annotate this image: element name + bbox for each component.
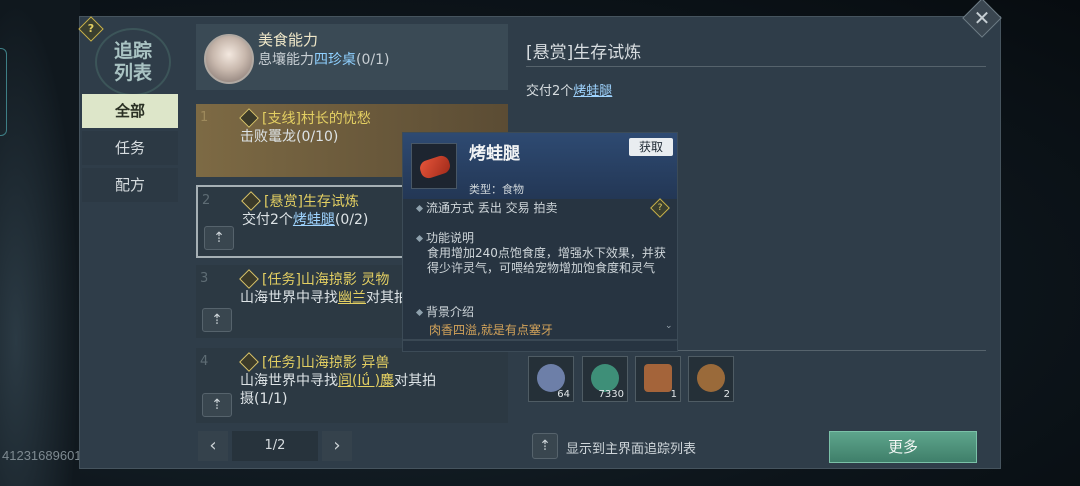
task-progress: (0/2) xyxy=(334,212,369,228)
goal-text: 交付2个 xyxy=(526,84,574,99)
food-ability-row[interactable]: 美食能力 息壤能力四珍桌(0/1) xyxy=(196,24,508,90)
task-number: 1 xyxy=(200,110,209,125)
page-indicator: 1/2 xyxy=(232,431,318,461)
reward-item-icon xyxy=(697,364,725,392)
background-left xyxy=(0,0,80,486)
tab-quest[interactable]: 任务 xyxy=(82,131,178,165)
task-item-link[interactable]: 烤蛙腿 xyxy=(293,212,335,228)
quest-marker-icon xyxy=(241,191,261,211)
task-number: 4 xyxy=(200,354,209,369)
track-label: 显示到主界面追踪列表 xyxy=(566,442,697,457)
bullet-icon xyxy=(415,204,424,213)
circulation-row: 流通方式 丢出 交易 拍卖 xyxy=(415,201,558,216)
prev-page-button[interactable]: ‹ xyxy=(198,431,228,461)
meat-shape xyxy=(417,153,453,181)
background-title: 背景介绍 xyxy=(426,305,475,319)
avatar xyxy=(204,34,254,84)
tooltip-header: 烤蛙腿 类型：食物 获取 xyxy=(403,133,677,199)
background-title-row: 背景介绍 xyxy=(415,305,475,320)
reward-slot[interactable]: 2 xyxy=(688,356,734,402)
food-subtitle: 息壤能力四珍桌(0/1) xyxy=(258,49,389,69)
quest-marker-icon xyxy=(239,269,259,289)
get-button[interactable]: 获取 xyxy=(629,138,673,156)
task-number: 3 xyxy=(200,271,209,286)
reward-count: 64 xyxy=(557,389,570,400)
task-desc-text: 山海世界中寻找 xyxy=(240,373,338,389)
pin-up-icon[interactable]: ⇡ xyxy=(204,226,234,250)
tooltip-help-button[interactable]: ? xyxy=(650,198,670,218)
function-body: 食用增加240点饱食度，增强水下效果，并获得少许灵气，可喂给宠物增加饱食度和灵气 xyxy=(427,246,666,275)
reward-item-icon xyxy=(591,364,619,392)
task-target-link[interactable]: 闾(lǘ )麋 xyxy=(338,373,394,389)
bullet-icon xyxy=(415,234,424,243)
category-tabs: 全部 任务 配方 xyxy=(82,94,178,205)
emblem-line1: 追踪 xyxy=(113,40,152,62)
food-title: 美食能力 xyxy=(258,31,319,49)
task-title: [任务]山海掠影 灵物 xyxy=(262,272,390,288)
food-highlight[interactable]: 四珍桌 xyxy=(314,52,356,68)
task-row[interactable]: 4 [任务]山海掠影 异兽 山海世界中寻找闾(lǘ )麋对其拍摄(1/1) ⇡ xyxy=(196,348,508,423)
task-desc-text: 山海世界中寻找 xyxy=(240,290,338,306)
frog-leg-icon xyxy=(411,143,457,189)
tooltip-divider xyxy=(403,339,677,341)
reward-count: 1 xyxy=(670,389,677,400)
food-prefix: 息壤能力 xyxy=(258,52,314,68)
task-desc: 山海世界中寻找闾(lǘ )麋对其拍摄(1/1) xyxy=(240,372,440,408)
task-desc-text: 击败鼍龙(0/10) xyxy=(240,129,339,145)
food-progress: (0/1) xyxy=(356,52,390,68)
task-title: [任务]山海掠影 异兽 xyxy=(262,355,390,371)
detail-goal: 交付2个烤蛙腿 xyxy=(526,80,612,99)
divider xyxy=(526,66,986,67)
tab-all[interactable]: 全部 xyxy=(82,94,178,128)
detail-title: [悬赏]生存试炼 xyxy=(526,43,642,63)
help-icon[interactable]: ? xyxy=(83,21,99,37)
reward-count: 7330 xyxy=(598,389,624,400)
track-toggle-icon[interactable]: ⇡ xyxy=(532,433,558,459)
reward-slot[interactable]: 1 xyxy=(635,356,681,402)
next-page-button[interactable]: › xyxy=(322,431,352,461)
reward-slot[interactable]: 64 xyxy=(528,356,574,402)
reward-item-icon xyxy=(537,364,565,392)
reward-count: 2 xyxy=(723,389,730,400)
quest-marker-icon xyxy=(239,108,259,128)
function-title: 功能说明 xyxy=(426,231,475,245)
task-number: 2 xyxy=(202,193,211,208)
goal-item-link[interactable]: 烤蛙腿 xyxy=(573,84,612,99)
task-title: [支线]村长的忧愁 xyxy=(262,111,371,127)
tab-recipe[interactable]: 配方 xyxy=(82,168,178,202)
reward-slot[interactable]: 7330 xyxy=(582,356,628,402)
flavor-text: 肉香四溢,就是有点塞牙 xyxy=(429,323,553,337)
pin-up-icon[interactable]: ⇡ xyxy=(202,393,232,417)
task-target-link[interactable]: 幽兰 xyxy=(338,290,366,306)
function-title-row: 功能说明 xyxy=(415,231,475,246)
task-desc-text: 交付2个 xyxy=(242,212,293,228)
panel-emblem: 追踪 列表 xyxy=(95,28,171,96)
tooltip-item-name: 烤蛙腿 xyxy=(469,144,520,164)
circulation-text: 流通方式 丢出 交易 拍卖 xyxy=(426,201,558,215)
bullet-icon xyxy=(415,308,424,317)
emblem-line2: 列表 xyxy=(113,62,152,84)
item-tooltip: 烤蛙腿 类型：食物 获取 流通方式 丢出 交易 拍卖 ? 功能说明 食用增加24… xyxy=(402,132,678,352)
task-title: [悬赏]生存试炼 xyxy=(264,194,359,210)
reward-item-icon xyxy=(644,364,672,392)
quest-marker-icon xyxy=(239,352,259,372)
help-icon[interactable]: ? xyxy=(654,202,666,214)
scroll-down-icon[interactable]: ⌄ xyxy=(665,321,673,331)
tooltip-item-type: 类型：食物 xyxy=(469,183,524,196)
more-button[interactable]: 更多 xyxy=(829,431,977,463)
pin-up-icon[interactable]: ⇡ xyxy=(202,308,232,332)
edge-tab[interactable] xyxy=(0,48,7,136)
